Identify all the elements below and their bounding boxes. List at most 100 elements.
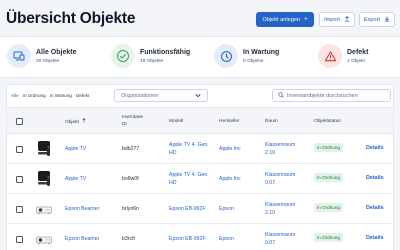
filter-tab-maintenance[interactable]: In Wartung bbox=[50, 93, 72, 98]
column-header-inventory-id[interactable]: Inventarie ID bbox=[122, 114, 143, 128]
row-checkbox[interactable] bbox=[16, 206, 23, 213]
inventory-id: brlyo6n bbox=[122, 206, 140, 212]
filter-tab-all[interactable]: Alle bbox=[11, 93, 19, 98]
object-name-link[interactable]: Epson Beamer bbox=[65, 205, 99, 213]
filter-tab-defect[interactable]: Defekt bbox=[76, 93, 89, 98]
chevron-down-icon bbox=[195, 93, 201, 100]
room-line1: Klassenraum bbox=[265, 202, 296, 208]
search-icon bbox=[278, 91, 284, 100]
organisation-select-placeholder: Organisationen bbox=[121, 92, 159, 99]
column-header-inventory-line1: Inventarie bbox=[122, 115, 144, 120]
table-row[interactable]: Apple TV bdb277 Apple TV 4. Gen. HD Appl… bbox=[7, 134, 393, 164]
import-button[interactable]: Import bbox=[319, 12, 355, 27]
status-badge: In Ordnung bbox=[314, 173, 343, 182]
devices-icon bbox=[7, 44, 31, 68]
model-link[interactable]: Epson EB-992F bbox=[169, 235, 206, 243]
room-line2: 2.10 bbox=[265, 150, 276, 157]
table-row[interactable]: Apple TV bo8w0f Apple TV 4. Gen. HD Appl… bbox=[7, 164, 393, 194]
stat-defect[interactable]: Defekt 1 Objekt bbox=[318, 44, 368, 68]
table-header: Objekt Inventarie ID Modell Hersteller R… bbox=[7, 107, 393, 134]
export-label: Export bbox=[363, 16, 381, 23]
column-header-manufacturer[interactable]: Hersteller bbox=[219, 118, 240, 125]
manufacturer-link[interactable]: Apple Inc bbox=[219, 145, 241, 153]
status-filter-tabs: Alle In Ordnung In Wartung Defekt bbox=[11, 93, 89, 98]
row-checkbox[interactable] bbox=[16, 176, 23, 183]
inventory-search-input[interactable]: Inventarobjekte durchsuchen bbox=[272, 89, 391, 102]
stat-count: 19 Objekte bbox=[140, 58, 164, 64]
manufacturer-link[interactable]: Apple Inc bbox=[219, 175, 241, 183]
table-row[interactable]: Epson Beamer b3rcft Epson EB-992F Epson … bbox=[7, 224, 393, 250]
row-checkbox[interactable] bbox=[16, 146, 23, 153]
manufacturer-link[interactable]: Epson bbox=[219, 235, 234, 243]
search-placeholder: Inventarobjekte durchsuchen bbox=[287, 92, 358, 99]
arrow-up-icon bbox=[82, 118, 86, 125]
room-line1: Klassenraum bbox=[265, 172, 296, 178]
stat-in-maintenance[interactable]: In Wartung 0 Objekte bbox=[214, 44, 279, 68]
room-line1: Klassenraum bbox=[265, 232, 296, 238]
stat-count: 20 Objekte bbox=[36, 58, 60, 64]
room-line2: 0.07 bbox=[265, 180, 276, 187]
projector-icon bbox=[36, 230, 52, 248]
plus-icon: + bbox=[304, 16, 308, 23]
export-button[interactable]: Export bbox=[359, 12, 395, 27]
inventory-id: bo8w0f bbox=[122, 176, 139, 182]
column-header-room[interactable]: Raum bbox=[265, 118, 278, 125]
model-link[interactable]: Apple TV 4. Gen. HD bbox=[169, 141, 209, 157]
column-header-status[interactable]: Objektstatus bbox=[314, 118, 341, 125]
apple-tv-icon bbox=[36, 170, 52, 188]
projector-icon bbox=[36, 200, 52, 218]
details-link[interactable]: Details bbox=[366, 145, 384, 151]
check-circle-icon bbox=[111, 44, 135, 68]
organisation-select[interactable]: Organisationen bbox=[114, 89, 208, 102]
filter-tab-ok[interactable]: In Ordnung bbox=[23, 93, 46, 98]
status-badge: In Ordnung bbox=[314, 233, 343, 242]
room-link[interactable]: Klassenraum 0.07 bbox=[265, 231, 295, 247]
room-link[interactable]: Klassenraum 0.07 bbox=[265, 171, 295, 187]
details-link[interactable]: Details bbox=[366, 235, 384, 241]
column-header-object[interactable]: Objekt bbox=[65, 118, 86, 126]
stat-label: Alle Objekte bbox=[36, 48, 77, 56]
status-badge: In Ordnung bbox=[314, 143, 343, 152]
model-line2: HD bbox=[169, 180, 177, 187]
column-header-model[interactable]: Modell bbox=[169, 118, 183, 125]
stat-functional[interactable]: Funktionsfähig 19 Objekte bbox=[111, 44, 190, 68]
model-line2: HD bbox=[169, 150, 177, 157]
stat-label: Defekt bbox=[347, 48, 369, 56]
apple-tv-icon bbox=[36, 140, 52, 158]
row-checkbox[interactable] bbox=[16, 236, 23, 243]
stat-count: 0 Objekte bbox=[243, 58, 264, 64]
model-line1: Apple TV 4. Gen. bbox=[169, 142, 209, 148]
stat-count: 1 Objekt bbox=[347, 58, 365, 64]
objects-table-card: Alle In Ordnung In Wartung Defekt Organi… bbox=[6, 84, 394, 250]
status-badge: In Ordnung bbox=[314, 203, 343, 212]
room-line2: 2.10 bbox=[265, 210, 276, 217]
room-link[interactable]: Klassenraum 2.10 bbox=[265, 201, 295, 217]
model-link[interactable]: Apple TV 4. Gen. HD bbox=[169, 171, 209, 187]
room-line2: 0.07 bbox=[265, 240, 276, 247]
inventory-id: b3rcft bbox=[122, 236, 135, 242]
room-link[interactable]: Klassenraum 2.10 bbox=[265, 141, 295, 157]
upload-icon bbox=[344, 15, 350, 24]
room-line1: Klassenraum bbox=[265, 142, 296, 148]
select-all-checkbox[interactable] bbox=[16, 118, 23, 125]
object-name-link[interactable]: Apple TV bbox=[65, 175, 86, 183]
alert-icon bbox=[318, 44, 342, 68]
stat-all-objects[interactable]: Alle Objekte 20 Objekte bbox=[7, 44, 76, 68]
inventory-id: bdb277 bbox=[122, 146, 140, 152]
details-link[interactable]: Details bbox=[366, 205, 384, 211]
download-icon bbox=[384, 16, 390, 24]
table-row[interactable]: Epson Beamer brlyo6n Epson EB-992F Epson… bbox=[7, 194, 393, 224]
stat-label: Funktionsfähig bbox=[140, 48, 191, 56]
clock-icon bbox=[214, 44, 238, 68]
details-link[interactable]: Details bbox=[366, 175, 384, 181]
stats-bar: Alle Objekte 20 Objekte Funktionsfähig 1… bbox=[0, 36, 400, 78]
stat-label: In Wartung bbox=[243, 48, 280, 56]
add-object-button[interactable]: Objekt anlegen + bbox=[256, 12, 314, 27]
object-name-link[interactable]: Apple TV bbox=[65, 145, 86, 153]
object-name-link[interactable]: Epson Beamer bbox=[65, 235, 99, 243]
add-object-label: Objekt anlegen bbox=[262, 16, 301, 23]
column-header-object-label: Objekt bbox=[65, 120, 79, 125]
manufacturer-link[interactable]: Epson bbox=[219, 205, 234, 213]
model-link[interactable]: Epson EB-992F bbox=[169, 205, 206, 213]
import-label: Import bbox=[324, 16, 340, 23]
